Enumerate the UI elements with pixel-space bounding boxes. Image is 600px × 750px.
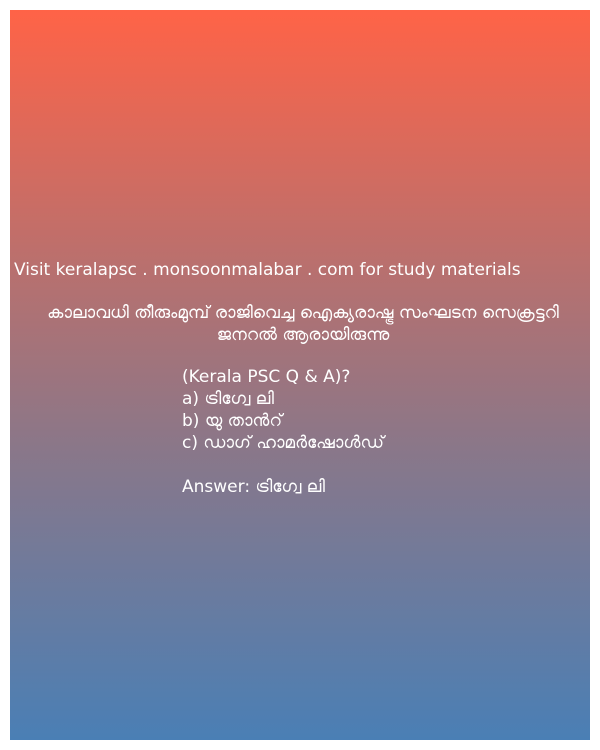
qa-block: (Kerala PSC Q & A)? a) ട്രിഗ്വേ ലി b) യു… — [182, 366, 384, 498]
answer-text: Answer: ട്രിഗ്വേ ലി — [182, 477, 325, 497]
question-card: Visit keralapsc . monsoonmalabar . com f… — [10, 10, 590, 740]
option-b: b) യു താൻറ് — [182, 411, 283, 431]
question-text: കാലാവധി തീരുംമുമ്പ് രാജിവെച്ച ഐക്യരാഷ്ട്… — [47, 303, 559, 345]
source-tag: (Kerala PSC Q & A)? — [182, 367, 351, 387]
promo-text: Visit keralapsc . monsoonmalabar . com f… — [14, 260, 521, 280]
option-c: c) ഡാഗ് ഹാമർഷോൾഡ് — [182, 433, 384, 453]
option-a: a) ട്രിഗ്വേ ലി — [182, 389, 274, 409]
